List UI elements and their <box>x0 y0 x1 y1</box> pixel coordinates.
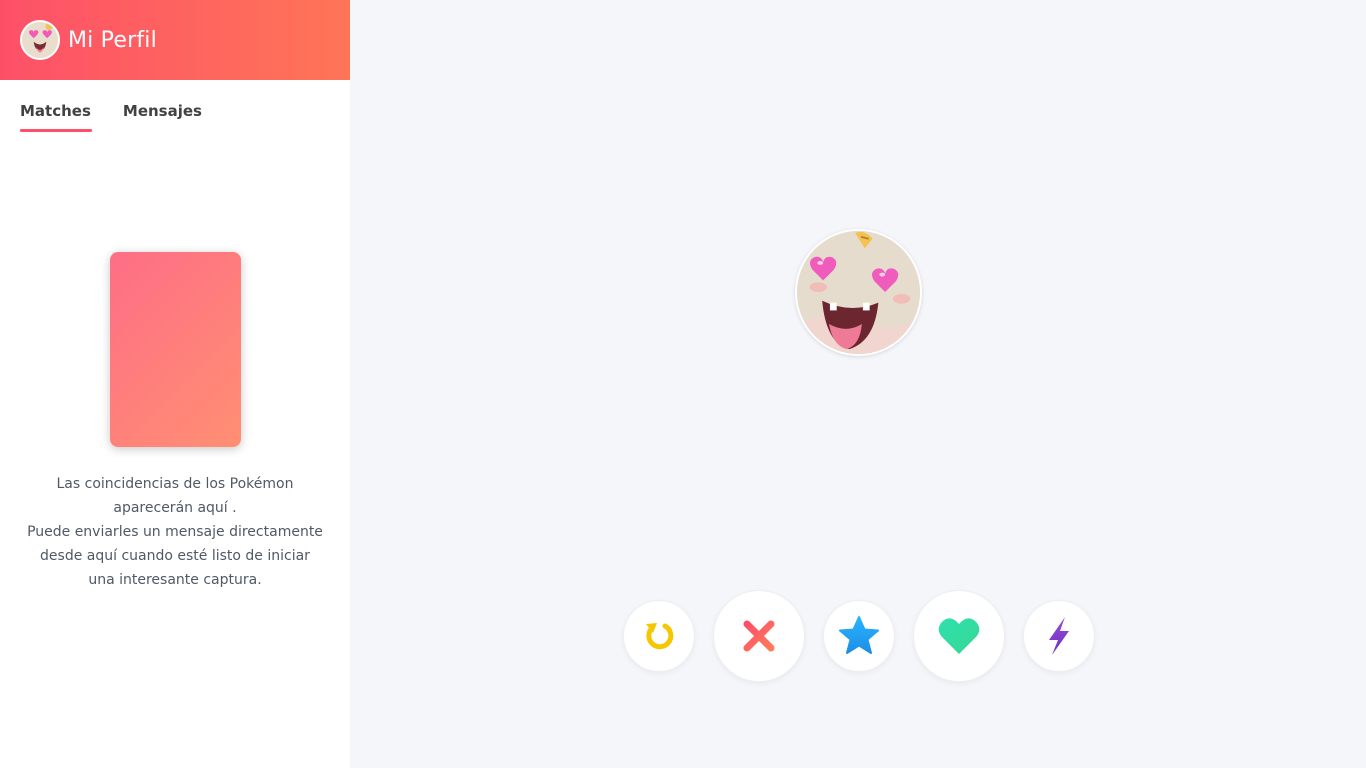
star-icon <box>839 616 879 654</box>
tab-matches[interactable]: Matches <box>20 102 92 132</box>
pokemon-profile-photo[interactable] <box>795 229 922 356</box>
tab-messages[interactable]: Mensajes <box>123 102 202 132</box>
super-like-button[interactable] <box>823 600 895 672</box>
empty-state-line: Las coincidencias de los Pokémon <box>56 476 294 492</box>
empty-state-line: una interesante captura. <box>88 572 262 588</box>
match-placeholder-card <box>110 252 241 447</box>
empty-state-line: Puede enviarles un mensaje directamente <box>27 524 323 540</box>
rewind-icon <box>646 623 674 650</box>
like-button[interactable] <box>913 590 1005 682</box>
rewind-button[interactable] <box>623 600 695 672</box>
sidebar: Mi Perfil Matches Mensajes Las coinciden… <box>0 0 350 768</box>
sidebar-tabs: Matches Mensajes <box>0 102 350 132</box>
pokemon-photo-image <box>797 231 920 354</box>
profile-avatar[interactable] <box>20 20 60 60</box>
nope-button[interactable] <box>713 590 805 682</box>
boost-button[interactable] <box>1023 600 1095 672</box>
page-title[interactable]: Mi Perfil <box>68 28 157 53</box>
heart-icon <box>938 618 980 654</box>
main-panel <box>350 0 1366 768</box>
pokemon-avatar-image <box>22 22 58 58</box>
empty-state-text: Las coincidencias de los Pokémon aparece… <box>20 472 330 592</box>
close-icon <box>743 620 775 652</box>
sidebar-header: Mi Perfil <box>0 0 350 80</box>
lightning-icon <box>1049 617 1069 655</box>
empty-state-line: aparecerán aquí . <box>113 500 237 516</box>
empty-state-line: desde aquí cuando esté listo de iniciar <box>40 548 310 564</box>
